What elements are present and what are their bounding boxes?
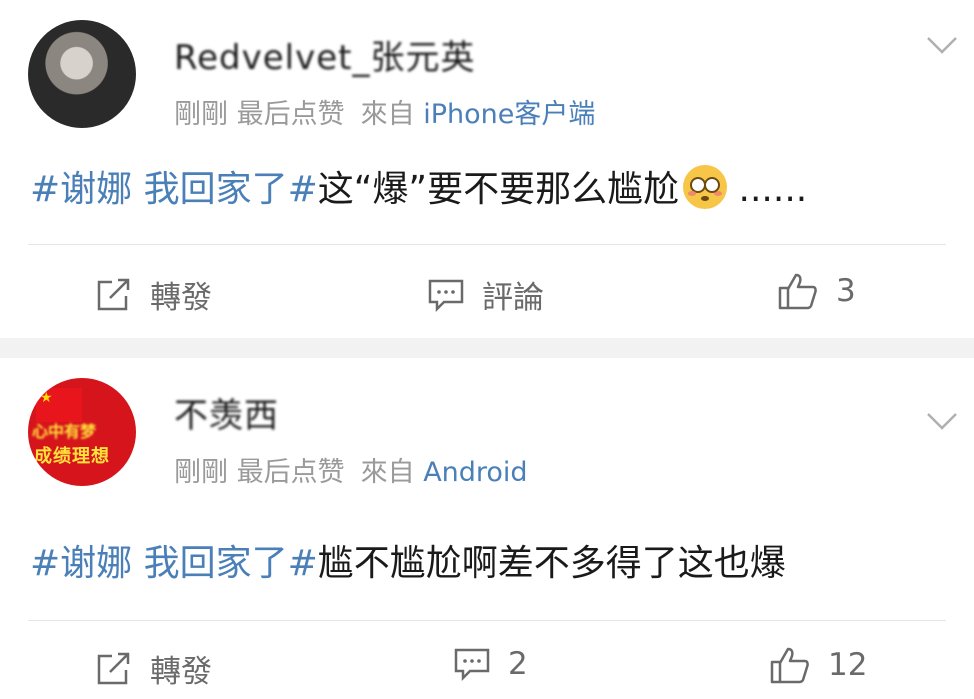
- comment-label: 評論: [482, 280, 544, 316]
- comment-icon: [454, 648, 490, 681]
- like-button[interactable]: 3: [778, 272, 856, 310]
- username[interactable]: Redvelvet_张元英: [174, 30, 475, 79]
- client-link[interactable]: iPhone客户端: [423, 99, 595, 130]
- avatar[interactable]: [28, 20, 136, 128]
- comment-icon: [428, 279, 464, 312]
- repost-label: 轉發: [150, 280, 212, 316]
- comment-button[interactable]: 評論: [428, 272, 544, 317]
- repost-button[interactable]: 轉發: [96, 646, 212, 691]
- username[interactable]: 不羡西: [174, 388, 279, 437]
- liked-note: 最后点赞: [236, 99, 345, 130]
- like-button[interactable]: 12: [770, 646, 867, 684]
- flag-icon: ★: [36, 388, 82, 422]
- topic-tag-link[interactable]: #谢娜 我回家了#: [30, 169, 318, 210]
- post-meta: 剛剛 最后点赞 來自 Android: [174, 450, 528, 489]
- comment-count: 2: [508, 646, 528, 682]
- post-time: 剛剛: [174, 457, 228, 488]
- from-label: 來自: [360, 457, 415, 488]
- thumbs-up-icon: [778, 273, 817, 310]
- share-icon: [97, 652, 130, 684]
- divider: [28, 244, 946, 245]
- from-label: 來自: [360, 99, 415, 130]
- like-count: 12: [828, 647, 868, 683]
- post-time: 剛剛: [174, 99, 228, 130]
- chevron-down-icon[interactable]: [926, 410, 958, 432]
- thumbs-up-icon: [770, 647, 809, 684]
- post-meta: 剛剛 最后点赞 來自 iPhone客户端: [174, 92, 595, 131]
- post-text: 尴不尴尬啊差不多得了这也爆: [317, 543, 786, 584]
- post-card: ★ 心中有梦 成绩理想 不羡西 剛剛 最后点赞 來自 Android #谢娜 我回…: [0, 358, 974, 699]
- separator-band: [0, 338, 974, 358]
- liked-note: 最后点赞: [236, 457, 345, 488]
- post-text: 这“爆”要不要那么尴尬: [317, 169, 680, 210]
- repost-button[interactable]: 轉發: [96, 272, 212, 317]
- client-link[interactable]: Android: [423, 457, 527, 488]
- topic-tag-link[interactable]: #谢娜 我回家了#: [30, 543, 318, 584]
- like-count: 3: [836, 273, 856, 309]
- post-content: #谢娜 我回家了#这“爆”要不要那么尴尬 ......: [30, 160, 807, 212]
- chevron-down-icon[interactable]: [926, 34, 958, 56]
- divider: [28, 620, 946, 621]
- avatar-text: 心中有梦: [32, 422, 97, 441]
- post-content: #谢娜 我回家了#尴不尴尬啊差不多得了这也爆: [30, 534, 786, 586]
- share-icon: [97, 278, 130, 310]
- repost-label: 轉發: [150, 654, 212, 690]
- comment-button[interactable]: 2: [454, 646, 528, 682]
- flushed-face-emoji-icon: [683, 165, 728, 209]
- avatar[interactable]: ★ 心中有梦 成绩理想: [28, 378, 136, 486]
- post-card: Redvelvet_张元英 剛剛 最后点赞 來自 iPhone客户端 #谢娜 我回…: [0, 0, 974, 338]
- avatar-text: 成绩理想: [34, 446, 110, 467]
- ellipsis-text: ......: [738, 169, 808, 210]
